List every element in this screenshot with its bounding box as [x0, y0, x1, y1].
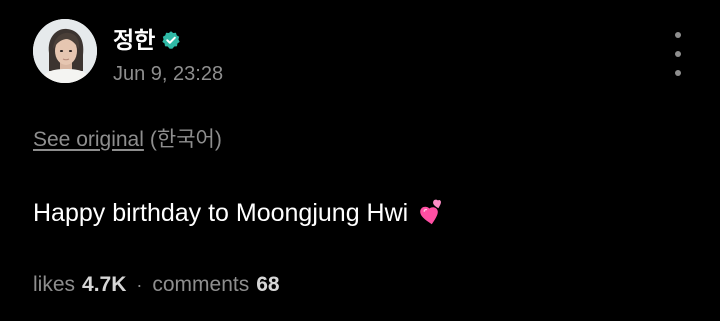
post-body-text: Happy birthday to Moongjung Hwi [33, 199, 409, 227]
comments-label: comments [152, 273, 250, 296]
see-original-link[interactable]: See original [33, 128, 144, 151]
verified-badge-icon [161, 30, 181, 50]
post-timestamp: Jun 9, 23:28 [113, 63, 224, 85]
comments-value: 68 [256, 273, 280, 296]
more-options-button[interactable] [664, 32, 692, 76]
stats-separator: · [136, 275, 143, 295]
more-vertical-icon-dot [675, 70, 681, 76]
translation-row: See original (한국어) [33, 125, 222, 155]
author-name[interactable]: 정한 [113, 25, 155, 55]
more-vertical-icon-dot [675, 32, 681, 38]
likes-label: likes [33, 273, 76, 296]
avatar[interactable] [33, 19, 97, 83]
comments-count[interactable]: comments 68 [152, 270, 279, 300]
post-body: Happy birthday to Moongjung Hwi [33, 195, 449, 231]
more-vertical-icon-dot [675, 51, 681, 57]
author-row: 정한 [113, 25, 181, 55]
likes-value: 4.7K [82, 273, 127, 296]
post-stats: likes 4.7K · comments 68 [33, 270, 280, 300]
post-card: 정한 Jun 9, 23:28 See original (한국어) Happy … [0, 0, 720, 321]
likes-count[interactable]: likes 4.7K [33, 270, 126, 300]
two-hearts-icon [417, 197, 449, 229]
original-language-tag: (한국어) [149, 128, 222, 151]
avatar-image [33, 19, 97, 83]
